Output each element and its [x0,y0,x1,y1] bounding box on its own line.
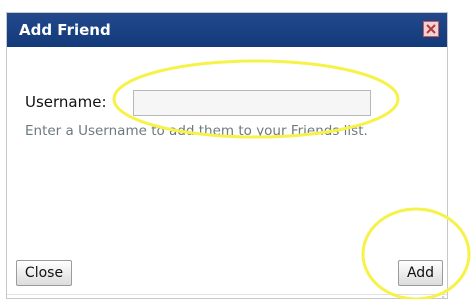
username-label: Username: [25,93,107,111]
dialog-title: Add Friend [19,21,111,39]
resize-grip-icon[interactable] [433,295,445,299]
add-friend-dialog: Add Friend Username: Enter a Username to… [6,12,448,299]
close-button[interactable]: Close [16,260,72,286]
close-x-icon[interactable] [423,21,439,37]
add-button[interactable]: Add [398,260,443,286]
username-help-text: Enter a Username to add them to your Fri… [25,123,368,139]
username-input[interactable] [133,90,371,116]
screen: Add Friend Username: Enter a Username to… [0,0,474,299]
footer-divider [7,294,447,295]
dialog-titlebar: Add Friend [7,13,447,47]
